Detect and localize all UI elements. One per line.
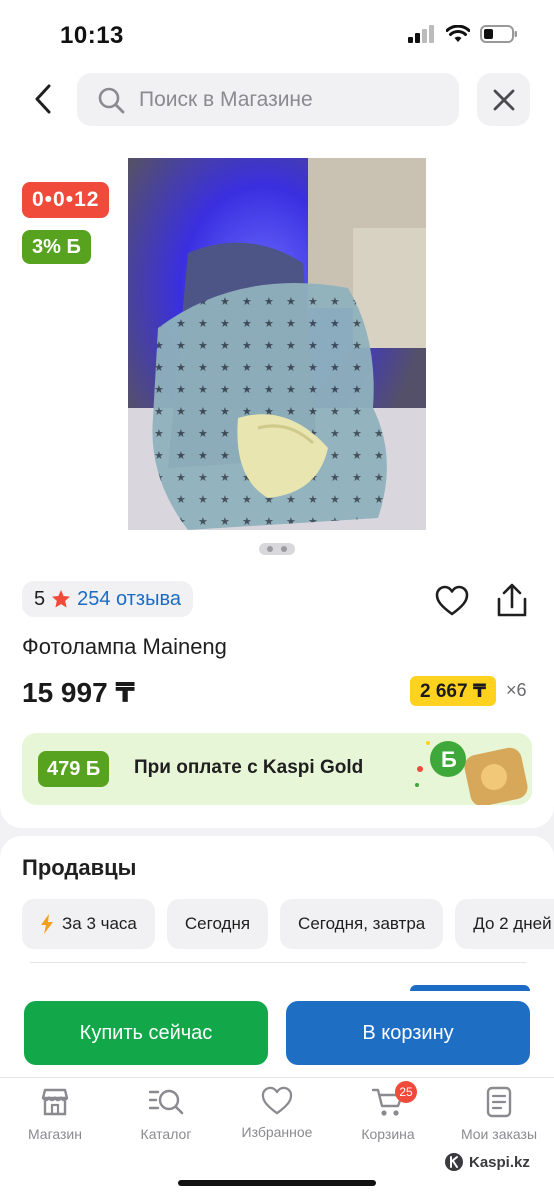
back-button[interactable] (26, 82, 60, 116)
sellers-title: Продавцы (22, 855, 137, 880)
bonus-percent-badge: 3% Б (22, 230, 91, 264)
divider (30, 962, 526, 963)
catalog-search-icon (148, 1089, 184, 1115)
tab-catalog[interactable]: Каталог (116, 1086, 216, 1142)
buy-now-button[interactable]: Купить сейчас (24, 1001, 268, 1065)
chip-label: До 2 дней (473, 914, 552, 933)
search-input[interactable] (139, 87, 439, 112)
tab-cart[interactable]: 25 Корзина (338, 1081, 438, 1142)
kaspi-watermark: Kaspi.kz (444, 1152, 530, 1172)
store-icon (41, 1088, 69, 1116)
gold-banner-text: При оплате с Kaspi Gold (134, 757, 364, 778)
chip-label: Сегодня, завтра (298, 914, 426, 933)
tab-label: Магазин (27, 1126, 82, 1142)
add-to-cart-button[interactable]: В корзину (286, 1001, 530, 1065)
kaspi-gold-banner[interactable]: 479 Б При оплате с Kaspi Gold Б (22, 733, 532, 805)
gold-bonus-badge: 479 Б (38, 751, 110, 787)
watermark-text: Kaspi.kz (469, 1153, 530, 1171)
tab-my-orders[interactable]: Мои заказы (449, 1086, 549, 1142)
share-icon (497, 583, 527, 617)
close-button[interactable] (477, 73, 530, 126)
product-title: Фотолампа Maineng (22, 634, 227, 659)
rating-value: 5 (34, 587, 46, 610)
chip-today[interactable]: Сегодня (166, 899, 269, 949)
chip-label: За 3 часа (62, 914, 137, 933)
installment-price[interactable]: 2 667 ₸ (410, 676, 497, 706)
heart-icon (261, 1086, 293, 1115)
kaspi-logo-icon (445, 1153, 463, 1171)
product-image[interactable]: ★ (128, 158, 426, 530)
status-bar: 10:13 (0, 0, 554, 70)
carousel-dot (267, 546, 273, 552)
installment-months: ×6 (506, 680, 527, 700)
status-icons (408, 24, 518, 44)
close-icon (493, 89, 514, 110)
tab-store[interactable]: Магазин (5, 1086, 105, 1142)
tab-label: Каталог (140, 1126, 192, 1142)
share-button[interactable] (495, 583, 531, 619)
tab-label: Мои заказы (460, 1126, 538, 1142)
cellular-signal-icon (408, 25, 434, 43)
wifi-icon (446, 25, 470, 42)
battery-icon (480, 25, 517, 43)
lightning-icon (41, 914, 53, 934)
favorite-button[interactable] (435, 585, 471, 621)
seller-button-peek (410, 985, 530, 991)
product-photo: ★ (128, 158, 426, 530)
home-indicator[interactable] (178, 1180, 376, 1186)
product-price: 15 997 ₸ (22, 677, 135, 708)
status-time: 10:13 (60, 22, 124, 49)
search-icon (98, 87, 125, 113)
chip-label: Сегодня (184, 914, 251, 933)
svg-text:Б: Б (441, 747, 457, 772)
reviews-link[interactable]: 254 отзыва (77, 588, 181, 611)
chevron-left-icon (35, 84, 51, 114)
star-icon (52, 590, 71, 608)
carousel-dot (281, 546, 287, 552)
bonus-coin-icon: Б (415, 741, 528, 805)
chip-today-tomorrow[interactable]: Сегодня, завтра (280, 899, 444, 949)
chip-two-days[interactable]: До 2 дней (455, 899, 554, 949)
carousel-indicator (259, 543, 295, 555)
cart-count-badge: 25 (395, 1081, 417, 1103)
heart-icon (435, 585, 469, 616)
installment-promo-badge: 0•0•12 (22, 182, 110, 218)
chip-3-hours[interactable]: За 3 часа (22, 899, 155, 949)
rating-pill[interactable]: 5 254 отзыва (22, 581, 193, 617)
tab-label: Избранное (241, 1124, 313, 1140)
delivery-filter-chips: За 3 часа Сегодня Сегодня, завтра До 2 д… (22, 899, 554, 949)
orders-icon (486, 1086, 512, 1118)
search-bar[interactable] (77, 73, 459, 126)
tab-favorites[interactable]: Избранное (227, 1086, 327, 1140)
tab-label: Корзина (361, 1126, 415, 1142)
